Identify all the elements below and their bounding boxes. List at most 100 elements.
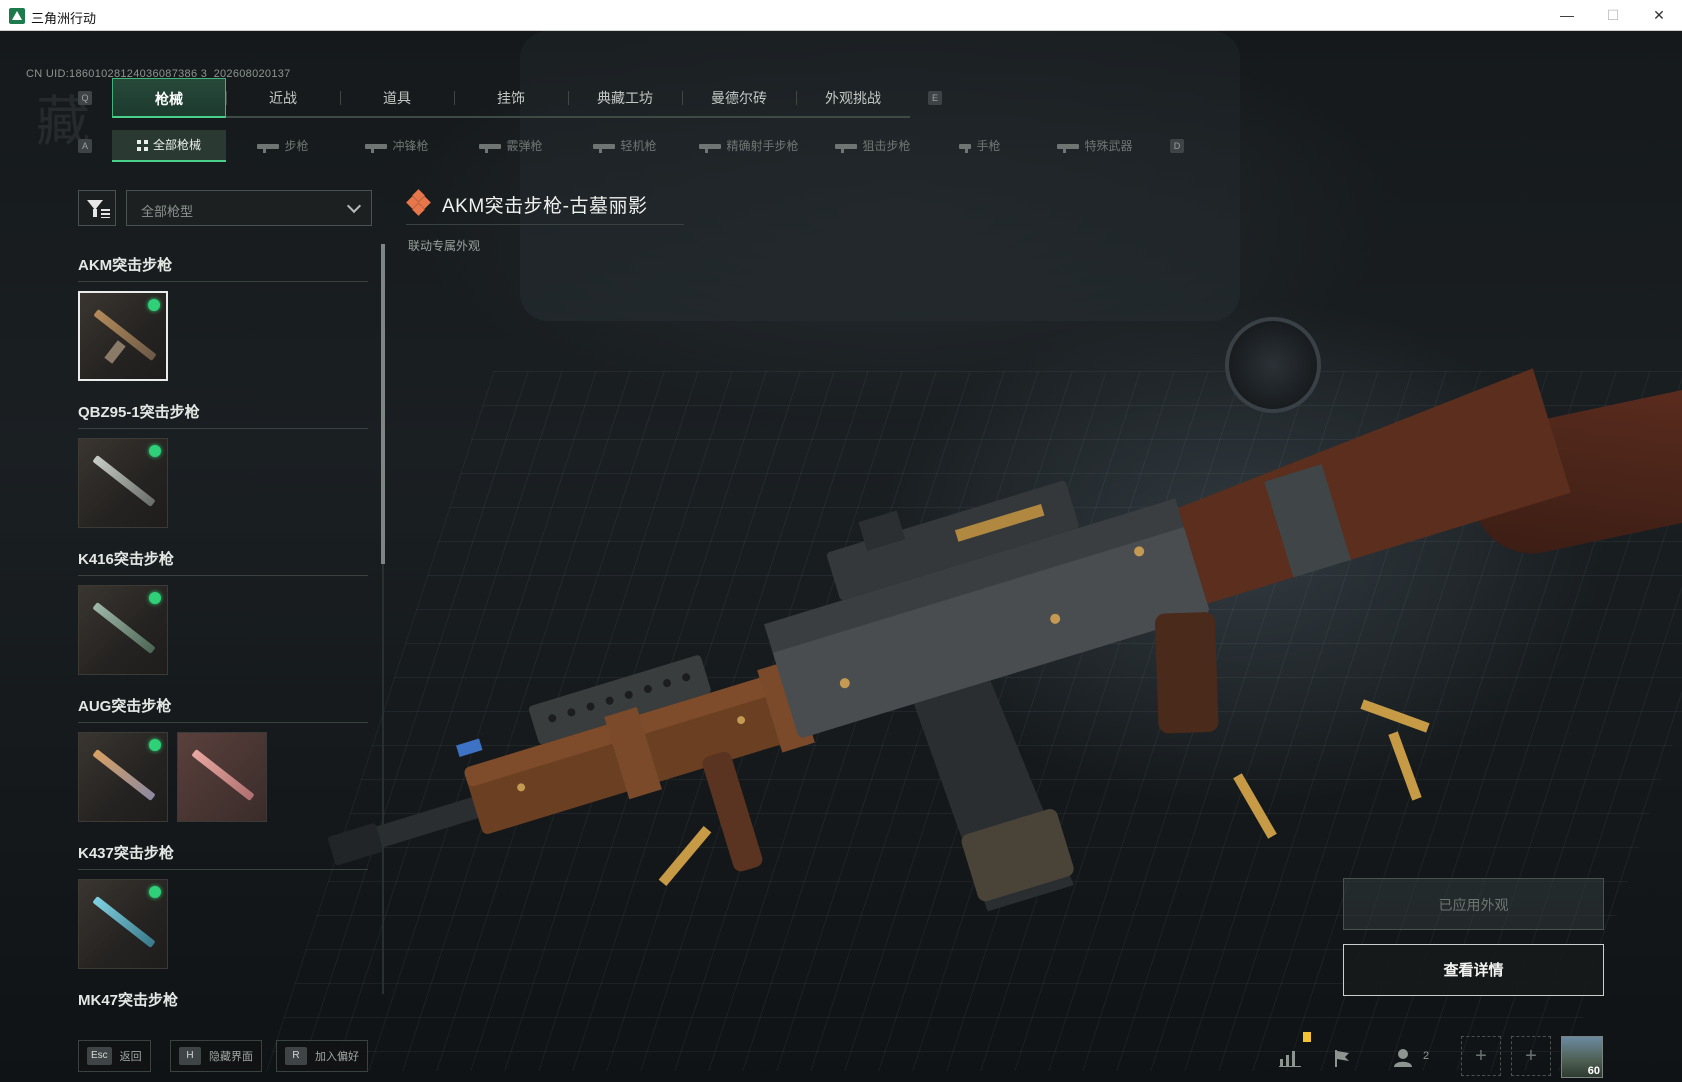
filter-button[interactable]: [78, 190, 116, 226]
subtab-label: 步枪: [284, 139, 309, 153]
chevron-down-icon: [346, 198, 362, 214]
subtab-label: 全部枪械: [152, 138, 201, 152]
minimize-button[interactable]: —: [1544, 0, 1590, 31]
weapon-thumbnail-image: [191, 749, 255, 801]
weapon-group-qbz95: QBZ95-1突击步枪: [78, 395, 368, 542]
add-teammate-slot[interactable]: +: [1511, 1036, 1551, 1076]
add-favorite-hint[interactable]: R 加入偏好: [276, 1040, 368, 1072]
key-h: H: [179, 1047, 201, 1065]
pistol-icon: [959, 143, 972, 153]
close-button[interactable]: ✕: [1636, 0, 1682, 31]
weapon-group-title: K416突击步枪: [78, 542, 368, 576]
key-r: R: [285, 1047, 307, 1065]
skin-thumbnail[interactable]: [78, 732, 168, 822]
tab-mandel-brick[interactable]: 曼德尔砖: [682, 78, 796, 118]
flag-icon[interactable]: [1322, 1040, 1362, 1076]
rifle-icon: [257, 143, 280, 153]
weapon-group-title: K437突击步枪: [78, 836, 368, 870]
grid-icon: [136, 139, 148, 151]
shotgun-icon: [479, 143, 502, 153]
tab-next-key-hint[interactable]: E: [928, 91, 942, 105]
subtab-dmr[interactable]: 精确射手步枪: [682, 130, 816, 162]
back-hint[interactable]: Esc 返回: [78, 1040, 151, 1072]
tab-charms[interactable]: 挂饰: [454, 78, 568, 118]
weapon-thumbnail-image: [92, 602, 156, 654]
skin-thumbnail[interactable]: [177, 732, 267, 822]
subtab-label: 狙击步枪: [862, 139, 911, 153]
maximize-button[interactable]: ☐: [1590, 0, 1636, 31]
weapon-group-title: QBZ95-1突击步枪: [78, 395, 368, 429]
key-esc: Esc: [87, 1047, 112, 1065]
window-titlebar: 三角洲行动 — ☐ ✕: [0, 0, 1682, 31]
subtab-prev-key-hint[interactable]: A: [78, 139, 92, 153]
tab-appearance-challenge[interactable]: 外观挑战: [796, 78, 910, 118]
player-level: 60: [1587, 1065, 1600, 1077]
list-scrollbar-thumb[interactable]: [381, 244, 385, 564]
skin-thumbnail[interactable]: [78, 438, 168, 528]
equipped-indicator: [149, 886, 161, 898]
lmg-icon: [593, 143, 616, 153]
weapon-skin-title: AKM突击步枪-古墓丽影: [442, 196, 648, 217]
equipped-indicator: [148, 299, 160, 311]
equipped-indicator: [149, 592, 161, 604]
subtab-all-firearms[interactable]: 全部枪械: [112, 130, 226, 162]
sniper-icon: [835, 143, 858, 153]
stats-chart-icon[interactable]: [1270, 1040, 1310, 1076]
smg-icon: [365, 143, 388, 153]
tab-prev-key-hint[interactable]: Q: [78, 91, 92, 105]
subtab-special[interactable]: 特殊武器: [1030, 130, 1160, 162]
hint-label: 隐藏界面: [209, 1051, 253, 1063]
skin-thumbnail[interactable]: [78, 585, 168, 675]
weapon-group-mk47: MK47突击步枪: [78, 983, 368, 1016]
subtab-label: 轻机枪: [620, 139, 657, 153]
subtab-label: 精确射手步枪: [726, 139, 799, 153]
weapon-preview-model[interactable]: [300, 351, 1600, 951]
weapon-type-tabs: 全部枪械 步枪 冲锋枪 霰弹枪 轻机枪 精确射手步枪 狙击步枪 手枪 特殊武器: [112, 130, 1160, 162]
category-tabs: 枪械 近战 道具 挂饰 典藏工坊 曼德尔砖 外观挑战: [112, 78, 910, 118]
dmr-icon: [699, 143, 722, 153]
weapon-thumbnail-image: [93, 309, 157, 361]
subtab-next-key-hint[interactable]: D: [1170, 139, 1184, 153]
hide-ui-hint[interactable]: H 隐藏界面: [170, 1040, 262, 1072]
filter-icon-stem: [93, 209, 97, 217]
subtab-rifles[interactable]: 步枪: [226, 130, 340, 162]
subtab-label: 手枪: [976, 139, 1001, 153]
applied-appearance-button[interactable]: 已应用外观: [1343, 878, 1604, 930]
subtab-label: 霰弹枪: [506, 139, 543, 153]
subtab-label: 冲锋枪: [392, 139, 429, 153]
tab-melee[interactable]: 近战: [226, 78, 340, 118]
special-weapon-icon: [1057, 143, 1080, 153]
weapon-group-title: AKM突击步枪: [78, 248, 368, 282]
collab-diamond-icon: [406, 189, 431, 216]
app-logo-icon: [9, 8, 25, 24]
subtab-pistol[interactable]: 手枪: [930, 130, 1030, 162]
weapon-group-akm: AKM突击步枪: [78, 248, 368, 395]
weapon-group-title: AUG突击步枪: [78, 689, 368, 723]
hint-label: 加入偏好: [315, 1051, 359, 1063]
subtab-sniper[interactable]: 狙击步枪: [816, 130, 930, 162]
add-teammate-slot[interactable]: +: [1461, 1036, 1501, 1076]
weapon-thumbnail-image: [92, 896, 156, 948]
weapon-group-aug: AUG突击步枪: [78, 689, 368, 836]
tab-items[interactable]: 道具: [340, 78, 454, 118]
weapon-type-select[interactable]: 全部枪型: [126, 190, 372, 226]
tab-collection-workshop[interactable]: 典藏工坊: [568, 78, 682, 118]
team-member-count: 2: [1423, 1050, 1430, 1062]
weapon-title-row: AKM突击步枪-古墓丽影: [406, 185, 684, 225]
subtab-smg[interactable]: 冲锋枪: [340, 130, 454, 162]
weapon-group-k437: K437突击步枪: [78, 836, 368, 983]
tab-firearms[interactable]: 枪械: [112, 78, 226, 118]
subtab-shotgun[interactable]: 霰弹枪: [454, 130, 568, 162]
subtab-lmg[interactable]: 轻机枪: [568, 130, 682, 162]
view-details-button[interactable]: 查看详情: [1343, 944, 1604, 996]
weapon-group-k416: K416突击步枪: [78, 542, 368, 689]
weapon-skin-subtitle: 联动专属外观: [408, 239, 481, 253]
weapon-group-title: MK47突击步枪: [78, 992, 179, 1009]
skin-thumbnail[interactable]: [78, 879, 168, 969]
weapon-skin-list[interactable]: AKM突击步枪 QBZ95-1突击步枪 K416突击步枪 AUG突击步枪 K43…: [78, 248, 368, 1016]
skin-thumbnail[interactable]: [78, 291, 168, 381]
weapon-thumbnail-image: [92, 455, 156, 507]
player-avatar[interactable]: 60: [1561, 1036, 1603, 1078]
team-icon[interactable]: [1385, 1040, 1425, 1076]
hint-label: 返回: [119, 1051, 142, 1063]
